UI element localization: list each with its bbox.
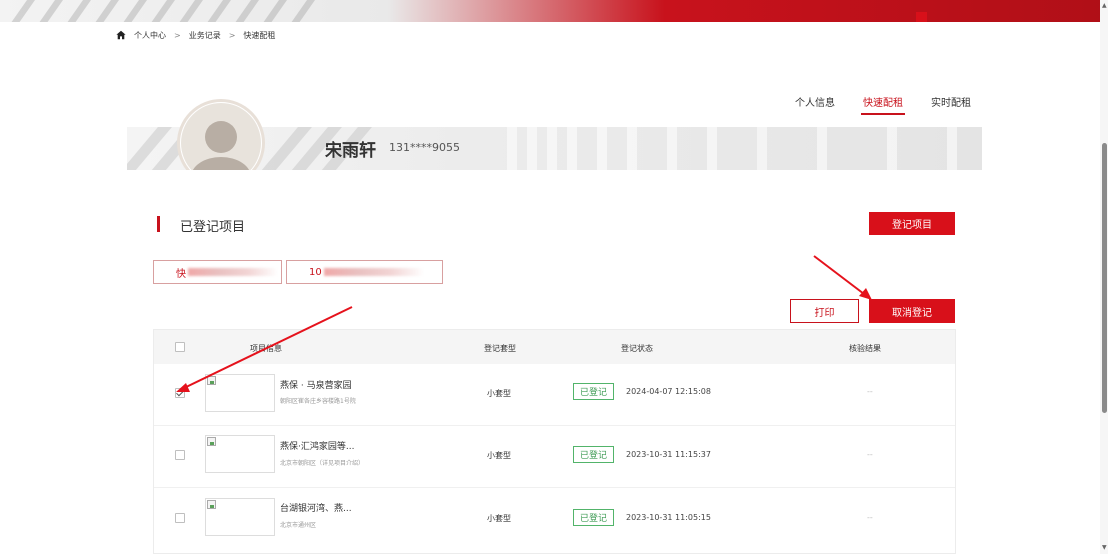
filter-tag-label: 10 <box>309 266 322 278</box>
header-project-info: 项目信息 <box>250 344 282 353</box>
table-row: 燕保 · 马泉营家园 朝阳区崔各庄乡容楼路1号院 小套型 已登记 2024-04… <box>154 364 955 426</box>
project-address: 北京市通州区 <box>280 522 317 529</box>
register-time: 2023-10-31 11:05:15 <box>626 513 711 522</box>
register-project-button[interactable]: 登记项目 <box>869 212 955 235</box>
scroll-up-icon[interactable]: ▲ <box>1102 2 1107 9</box>
breadcrumb-item-personal-center[interactable]: 个人中心 <box>134 30 166 41</box>
broken-image-icon <box>207 437 216 446</box>
register-type: 小套型 <box>487 514 511 523</box>
table-row: 燕保·汇鸿家园等... 北京市朝阳区（详见项目介绍） 小套型 已登记 2023-… <box>154 426 955 488</box>
header-register-type: 登记套型 <box>484 344 516 353</box>
registered-projects-table: 项目信息 登记套型 登记状态 核验结果 燕保 · 马泉营家园 朝阳区崔各庄乡容楼… <box>153 329 956 554</box>
register-type: 小套型 <box>487 389 511 398</box>
header-register-status: 登记状态 <box>621 344 653 353</box>
tab-realtime-rental[interactable]: 实时配租 <box>931 94 971 109</box>
table-row: 台湖银河湾、燕... 北京市通州区 小套型 已登记 2023-10-31 11:… <box>154 488 955 550</box>
project-address: 北京市朝阳区（详见项目介绍） <box>280 460 365 467</box>
redacted-text <box>323 268 424 276</box>
breadcrumb-item-quick-rental: 快速配租 <box>243 30 276 40</box>
scrollbar-thumb[interactable] <box>1102 143 1107 413</box>
banner-accent <box>916 12 927 22</box>
project-thumbnail[interactable] <box>205 374 275 412</box>
status-badge: 已登记 <box>573 383 615 400</box>
verify-result: -- <box>867 513 873 522</box>
user-phone: 131****9055 <box>389 141 460 154</box>
verify-result: -- <box>867 450 873 459</box>
filter-tag-id[interactable]: 10 <box>286 260 443 284</box>
redacted-text <box>188 268 278 276</box>
register-time: 2024-04-07 12:15:08 <box>626 387 711 396</box>
section-title: 已登记项目 <box>180 220 246 235</box>
project-thumbnail[interactable] <box>205 435 275 473</box>
row-checkbox[interactable] <box>175 388 185 398</box>
header-verify-result: 核验结果 <box>849 344 881 353</box>
user-name: 宋雨轩 <box>325 141 376 161</box>
broken-image-icon <box>207 376 216 385</box>
tab-personal-info[interactable]: 个人信息 <box>795 94 835 109</box>
scroll-down-icon[interactable]: ▼ <box>1102 544 1107 551</box>
cancel-register-button[interactable]: 取消登记 <box>869 299 955 323</box>
project-address: 朝阳区崔各庄乡容楼路1号院 <box>280 398 356 405</box>
print-button[interactable]: 打印 <box>790 299 859 323</box>
section-accent-bar <box>157 216 160 232</box>
status-badge: 已登记 <box>573 509 615 526</box>
tab-quick-rental[interactable]: 快速配租 <box>861 94 905 115</box>
breadcrumb-separator: > <box>228 30 236 40</box>
project-name[interactable]: 燕保·汇鸿家园等... <box>280 439 354 452</box>
breadcrumb-item-business-records[interactable]: 业务记录 <box>189 30 221 41</box>
project-name[interactable]: 台湖银河湾、燕... <box>280 501 352 514</box>
page-scrollbar[interactable]: ▲ ▼ <box>1100 0 1108 554</box>
filter-tag-project[interactable]: 快 <box>153 260 282 284</box>
breadcrumb: 个人中心 > 业务记录 > 快速配租 <box>116 28 275 42</box>
table-header: 项目信息 登记套型 登记状态 核验结果 <box>154 330 955 364</box>
profile-tabs: 个人信息 快速配租 实时配租 <box>795 94 971 115</box>
status-badge: 已登记 <box>573 446 615 463</box>
register-type: 小套型 <box>487 451 511 460</box>
verify-result: -- <box>867 387 873 396</box>
breadcrumb-separator: > <box>174 30 181 40</box>
top-banner <box>0 0 1108 22</box>
filter-tag-label: 快 <box>176 268 186 280</box>
select-all-checkbox[interactable] <box>175 342 185 352</box>
row-checkbox[interactable] <box>175 513 185 523</box>
project-name[interactable]: 燕保 · 马泉营家园 <box>280 378 352 391</box>
row-checkbox[interactable] <box>175 450 185 460</box>
home-icon[interactable] <box>116 30 126 40</box>
broken-image-icon <box>207 500 216 509</box>
register-time: 2023-10-31 11:15:37 <box>626 450 711 459</box>
project-thumbnail[interactable] <box>205 498 275 536</box>
